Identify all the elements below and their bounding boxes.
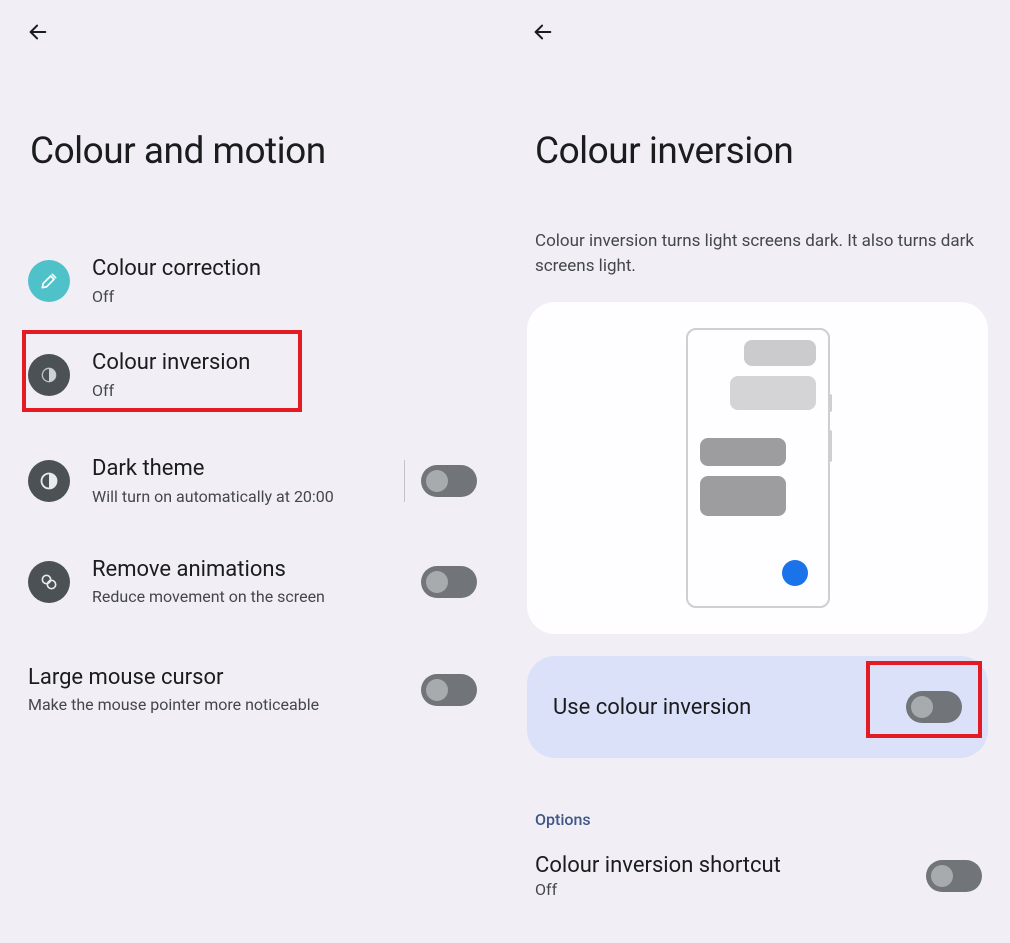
item-title: Remove animations — [92, 556, 421, 585]
settings-list: Colour correction Off Colour inversion O… — [0, 237, 505, 734]
phone-illustration — [686, 328, 830, 608]
colour-correction-item[interactable]: Colour correction Off — [0, 237, 505, 325]
item-status: Off — [92, 380, 477, 402]
colour-inversion-screen: Colour inversion Colour inversion turns … — [505, 0, 1010, 943]
invert-icon — [28, 354, 70, 396]
item-status: Off — [92, 286, 477, 308]
item-title: Dark theme — [92, 455, 394, 484]
back-arrow-icon — [532, 21, 554, 43]
divider — [404, 460, 405, 502]
animations-icon — [28, 561, 70, 603]
colour-inversion-item[interactable]: Colour inversion Off — [0, 325, 505, 425]
item-title: Large mouse cursor — [28, 664, 421, 693]
description-text: Colour inversion turns light screens dar… — [535, 229, 980, 278]
shortcut-status: Off — [535, 880, 926, 899]
dark-theme-toggle[interactable] — [421, 465, 477, 497]
item-title: Colour inversion — [92, 349, 477, 378]
use-colour-inversion-item[interactable]: Use colour inversion — [527, 656, 988, 758]
page-title: Colour and motion — [30, 130, 505, 173]
colour-and-motion-screen: Colour and motion Colour correction Off … — [0, 0, 505, 943]
shortcut-toggle[interactable] — [926, 860, 982, 892]
preview-card — [527, 302, 988, 634]
options-header: Options — [535, 810, 1010, 829]
use-colour-inversion-toggle[interactable] — [906, 691, 962, 723]
use-colour-inversion-label: Use colour inversion — [553, 695, 906, 720]
page-title: Colour inversion — [535, 130, 1010, 173]
remove-animations-toggle[interactable] — [421, 566, 477, 598]
shortcut-title: Colour inversion shortcut — [535, 853, 926, 878]
eyedropper-icon — [28, 260, 70, 302]
large-cursor-toggle[interactable] — [421, 674, 477, 706]
remove-animations-item[interactable]: Remove animations Reduce movement on the… — [0, 526, 505, 626]
colour-inversion-shortcut-item[interactable]: Colour inversion shortcut Off — [505, 829, 1010, 899]
large-mouse-cursor-item[interactable]: Large mouse cursor Make the mouse pointe… — [0, 626, 505, 734]
item-status: Make the mouse pointer more noticeable — [28, 694, 421, 716]
item-title: Colour correction — [92, 255, 477, 284]
back-button[interactable] — [523, 12, 563, 52]
item-status: Will turn on automatically at 20:00 — [92, 486, 394, 508]
back-arrow-icon — [27, 21, 49, 43]
dark-theme-icon — [28, 460, 70, 502]
back-button[interactable] — [18, 12, 58, 52]
item-status: Reduce movement on the screen — [92, 586, 421, 608]
dark-theme-item[interactable]: Dark theme Will turn on automatically at… — [0, 425, 505, 525]
